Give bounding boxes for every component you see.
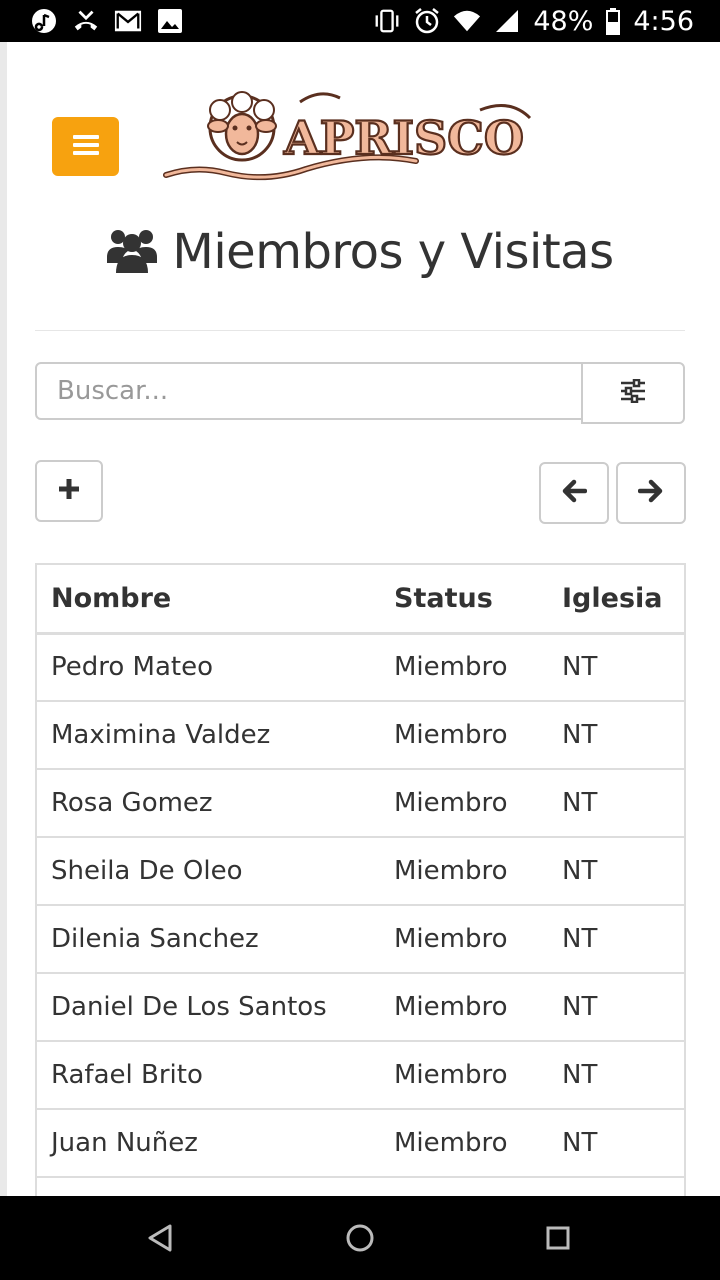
table-row[interactable]: Rosa Gomez Miembro NT — [37, 768, 684, 837]
column-header-nombre[interactable]: Nombre — [37, 565, 380, 635]
sheep-icon — [207, 91, 277, 162]
table-row[interactable]: Rafael Brito Miembro NT — [37, 1040, 684, 1109]
cell-status: Miembro — [380, 632, 548, 701]
cell-nombre: Juan Nuñez — [37, 1108, 380, 1177]
arrow-left-icon — [561, 479, 588, 507]
cell-iglesia: NT — [548, 972, 684, 1041]
system-icons: 48% 4:56 — [373, 4, 694, 38]
image-icon — [156, 7, 184, 35]
table-row[interactable] — [37, 1176, 684, 1196]
cell-nombre: Rosa Gomez — [37, 768, 380, 837]
logo-text: APRISCO — [283, 111, 524, 165]
gmail-icon — [114, 7, 142, 35]
users-icon — [106, 227, 158, 277]
back-icon[interactable] — [140, 1218, 180, 1258]
cell-iglesia: NT — [548, 700, 684, 769]
table-row[interactable]: Dilenia Sanchez Miembro NT — [37, 904, 684, 973]
navigation-bar — [0, 1196, 720, 1280]
status-bar: 48% 4:56 — [0, 0, 720, 42]
wifi-icon — [453, 7, 481, 35]
music-note-icon — [30, 7, 58, 35]
search-input[interactable] — [35, 362, 583, 420]
cell-iglesia: NT — [548, 836, 684, 905]
cell-status: Miembro — [380, 768, 548, 837]
table-row[interactable]: Juan Nuñez Miembro NT — [37, 1108, 684, 1177]
vibrate-icon — [373, 7, 401, 35]
battery-icon — [605, 7, 621, 35]
recents-icon[interactable] — [538, 1218, 578, 1258]
app-screen: APRISCO Miembros y Visitas Buscar... Nom… — [0, 42, 720, 1196]
cell-nombre: Sheila De Oleo — [37, 836, 380, 905]
cell-iglesia: NT — [548, 1108, 684, 1177]
clock: 4:56 — [633, 5, 694, 37]
divider — [35, 330, 685, 331]
arrow-right-icon — [637, 479, 664, 507]
battery-percent: 48% — [533, 5, 594, 37]
cell-nombre: Maximina Valdez — [37, 700, 380, 769]
page-title-text: Miembros y Visitas — [172, 224, 614, 280]
aprisco-logo[interactable]: APRISCO — [160, 90, 540, 190]
cell-nombre: Rafael Brito — [37, 1040, 380, 1109]
cell-nombre: Pedro Mateo — [37, 632, 380, 701]
cell-iglesia: NT — [548, 632, 684, 701]
home-icon[interactable] — [340, 1218, 380, 1258]
cell-status: Miembro — [380, 836, 548, 905]
alarm-icon — [413, 7, 441, 35]
table-row[interactable]: Sheila De Oleo Miembro NT — [37, 836, 684, 905]
hamburger-icon — [72, 134, 99, 160]
members-table: Nombre Status Iglesia Pedro Mateo Miembro… — [35, 563, 686, 1196]
add-member-button[interactable] — [35, 460, 103, 522]
cell-nombre: Dilenia Sanchez — [37, 904, 380, 973]
cell-status: Miembro — [380, 1040, 548, 1109]
page-title: Miembros y Visitas — [0, 220, 720, 284]
table-row[interactable]: Maximina Valdez Miembro NT — [37, 700, 684, 769]
sliders-icon — [619, 378, 647, 407]
notification-icons — [30, 6, 184, 36]
cell-status: Miembro — [380, 972, 548, 1041]
table-row[interactable]: Daniel De Los Santos Miembro NT — [37, 972, 684, 1041]
cell-status: Miembro — [380, 1108, 548, 1177]
next-page-button[interactable] — [616, 462, 686, 524]
cell-iglesia: NT — [548, 904, 684, 973]
search-bar — [35, 362, 685, 424]
cell-iglesia: NT — [548, 1040, 684, 1109]
missed-call-icon — [72, 7, 100, 35]
drawer-edge — [0, 42, 7, 1196]
cell-status: Miembro — [380, 904, 548, 973]
filter-button[interactable] — [581, 362, 685, 424]
cell-nombre: Daniel De Los Santos — [37, 972, 380, 1041]
previous-page-button[interactable] — [539, 462, 609, 524]
plus-icon — [57, 477, 81, 505]
cell-status: Miembro — [380, 700, 548, 769]
table-header-row: Nombre Status Iglesia — [37, 565, 684, 635]
menu-button[interactable] — [52, 117, 119, 176]
signal-icon — [493, 7, 521, 35]
column-header-status[interactable]: Status — [380, 565, 548, 635]
cell-iglesia: NT — [548, 768, 684, 837]
table-row[interactable]: Pedro Mateo Miembro NT — [37, 632, 684, 701]
column-header-iglesia[interactable]: Iglesia — [548, 565, 684, 635]
